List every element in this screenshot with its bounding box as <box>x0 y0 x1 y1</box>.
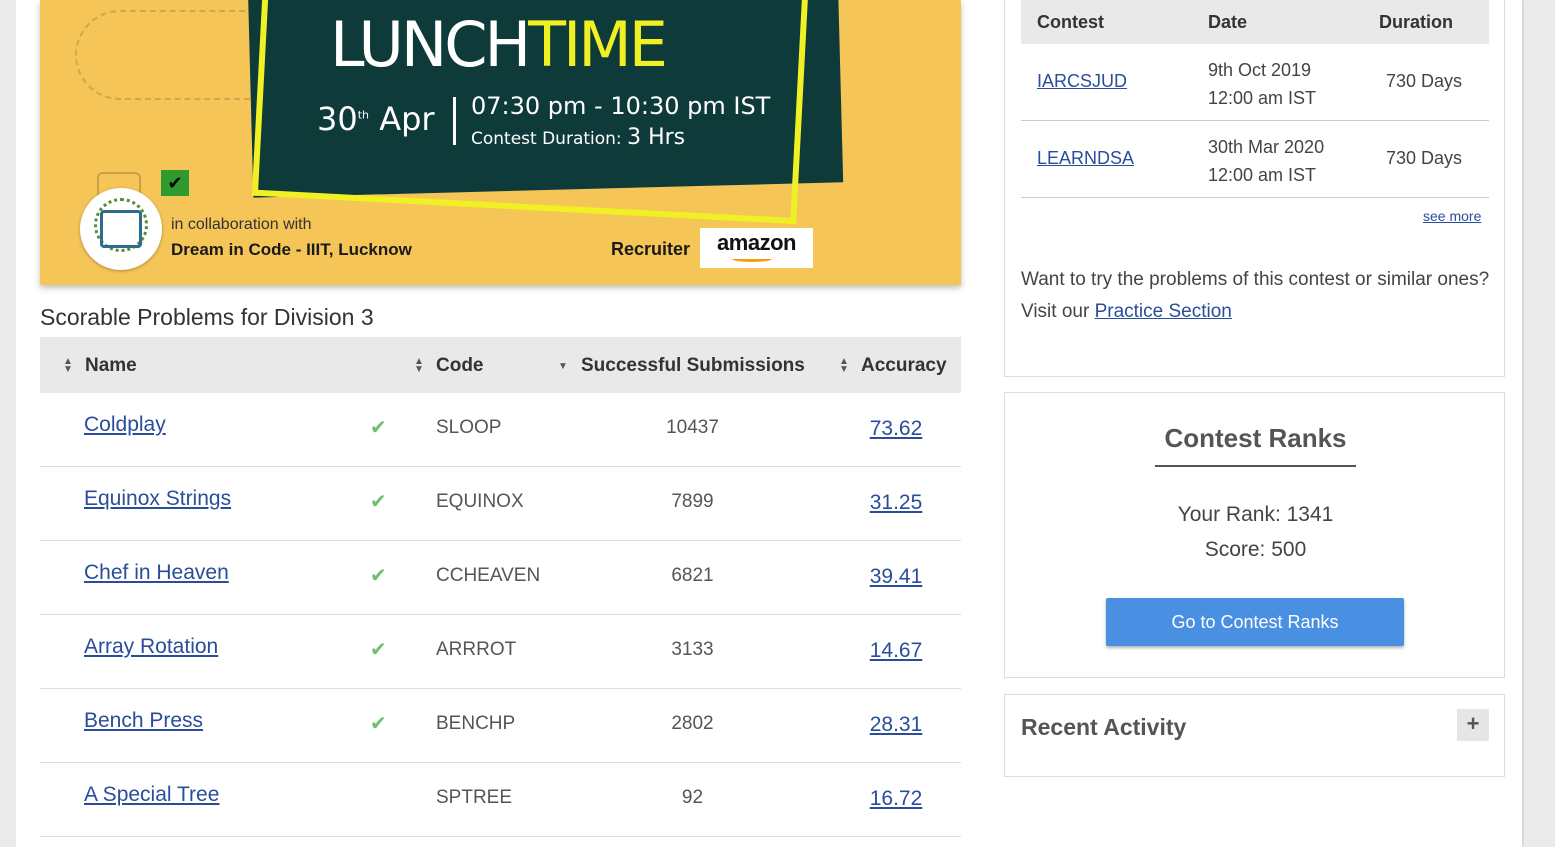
contest-link[interactable]: IARCSJUD <box>1037 71 1127 92</box>
submission-count: 6821 <box>671 565 714 586</box>
problem-code: ARRROT <box>436 639 517 660</box>
table-row: Chef in Heaven ✔ CCHEAVEN 6821 39.41 <box>40 541 961 615</box>
solved-check-icon: ✔ <box>370 417 387 439</box>
ranks-title: Contest Ranks <box>1164 423 1347 453</box>
banner-time: 07:30 pm - 10:30 pm IST <box>471 92 771 120</box>
contest-banner: LUNCHTIME 30th Apr 07:30 pm - 10:30 pm I… <box>40 0 961 285</box>
accuracy-link[interactable]: 16.72 <box>855 787 937 811</box>
header-accuracy[interactable]: Accuracy <box>861 355 947 377</box>
header-submissions[interactable]: Successful Submissions <box>581 355 805 377</box>
ranks-title-underline <box>1155 465 1356 467</box>
submission-count: 3133 <box>671 639 714 660</box>
table-row: A Special Tree SPTREE 92 16.72 <box>40 763 961 837</box>
activity-title: Recent Activity <box>1021 714 1187 740</box>
problem-link[interactable]: Array Rotation <box>84 635 218 659</box>
contests-table-header: Contest Date Duration <box>1021 0 1489 44</box>
contest-ranks-card: Contest Ranks Your Rank: 1341 Score: 500… <box>1004 392 1505 678</box>
solved-check-icon: ✔ <box>370 639 387 661</box>
banner-divider <box>453 97 456 145</box>
table-header: ▲ ▼ Name ▲ ▼ Code ▼ Successful Submissions… <box>40 337 961 393</box>
table-row: Coldplay ✔ SLOOP 10437 73.62 <box>40 393 961 467</box>
header-duration: Duration <box>1379 12 1453 32</box>
amazon-logo: amazon <box>700 228 813 268</box>
see-more-link[interactable]: see more <box>1423 208 1481 224</box>
sort-icon[interactable]: ▲ ▼ <box>63 357 73 375</box>
solved-check-icon: ✔ <box>370 713 387 735</box>
your-rank: Your Rank: 1341 <box>1177 503 1334 526</box>
go-to-contest-ranks-button[interactable]: Go to Contest Ranks <box>1106 598 1404 646</box>
main-panel: LUNCHTIME 30th Apr 07:30 pm - 10:30 pm I… <box>16 0 985 847</box>
iiit-logo <box>80 188 162 270</box>
problems-table: ▲ ▼ Name ▲ ▼ Code ▼ Successful Submissions… <box>40 337 961 837</box>
sort-icon[interactable]: ▲ ▼ <box>414 357 424 375</box>
submission-count: 92 <box>681 787 704 808</box>
recent-activity-card: Recent Activity + <box>1004 694 1505 777</box>
problems-title: Scorable Problems for Division 3 <box>40 304 374 330</box>
header-date: Date <box>1208 12 1248 32</box>
contest-duration: 730 Days <box>1386 71 1463 91</box>
problem-link[interactable]: A Special Tree <box>84 783 219 807</box>
contest-duration: 730 Days <box>1386 148 1463 168</box>
contest-row: LEARNDSA 30th Mar 2020 12:00 am IST 730 D… <box>1021 121 1489 198</box>
submission-count: 2802 <box>671 713 714 734</box>
accuracy-link[interactable]: 73.62 <box>855 417 937 441</box>
contest-link[interactable]: LEARNDSA <box>1037 148 1134 169</box>
problem-link[interactable]: Equinox Strings <box>84 487 231 511</box>
sort-desc-icon[interactable]: ▼ <box>558 362 568 372</box>
header-name[interactable]: Name <box>85 355 137 377</box>
submission-count: 10437 <box>666 417 719 438</box>
banner-date: 30th Apr <box>317 100 435 138</box>
expand-plus-icon[interactable]: + <box>1457 709 1489 741</box>
problem-link[interactable]: Chef in Heaven <box>84 561 229 585</box>
recruiter-label: Recruiter <box>611 239 691 259</box>
practice-section-link[interactable]: Practice Section <box>1095 301 1232 322</box>
checkbox-icon: ✔ <box>161 170 189 196</box>
accuracy-link[interactable]: 31.25 <box>855 491 937 515</box>
table-row: Equinox Strings ✔ EQUINOX 7899 31.25 <box>40 467 961 541</box>
problem-code: CCHEAVEN <box>436 565 541 586</box>
banner-title: LUNCHTIME <box>330 8 668 81</box>
accuracy-link[interactable]: 14.67 <box>855 639 937 663</box>
contest-date: 30th Mar 2020 12:00 am IST <box>1208 137 1325 185</box>
solved-check-icon: ✔ <box>370 491 387 513</box>
collab-label: in collaboration with <box>171 216 312 233</box>
banner-duration: Contest Duration: 3 Hrs <box>471 125 686 150</box>
problem-code: EQUINOX <box>436 491 524 512</box>
problem-code: SLOOP <box>436 417 502 438</box>
header-code[interactable]: Code <box>436 355 484 377</box>
problem-link[interactable]: Coldplay <box>84 413 166 437</box>
problem-link[interactable]: Bench Press <box>84 709 203 733</box>
table-row: Array Rotation ✔ ARRROT 3133 14.67 <box>40 615 961 689</box>
accuracy-link[interactable]: 39.41 <box>855 565 937 589</box>
table-row: Bench Press ✔ BENCHP 2802 28.31 <box>40 689 961 763</box>
contest-row: IARCSJUD 9th Oct 2019 12:00 am IST 730 Da… <box>1021 44 1489 121</box>
header-contest: Contest <box>1037 12 1104 32</box>
practice-text: Want to try the problems of this contest… <box>1021 269 1490 322</box>
other-contests-card: Contest Date Duration IARCSJUD 9th Oct 2… <box>1004 0 1505 377</box>
contest-date: 9th Oct 2019 12:00 am IST <box>1208 60 1317 108</box>
problem-code: BENCHP <box>436 713 516 734</box>
sort-icon[interactable]: ▲ ▼ <box>839 357 849 375</box>
submission-count: 7899 <box>671 491 714 512</box>
solved-check-icon: ✔ <box>370 565 387 587</box>
collab-name: Dream in Code - IIIT, Lucknow <box>171 240 412 259</box>
problem-code: SPTREE <box>436 787 513 808</box>
score: Score: 500 <box>1204 538 1307 561</box>
accuracy-link[interactable]: 28.31 <box>855 713 937 737</box>
